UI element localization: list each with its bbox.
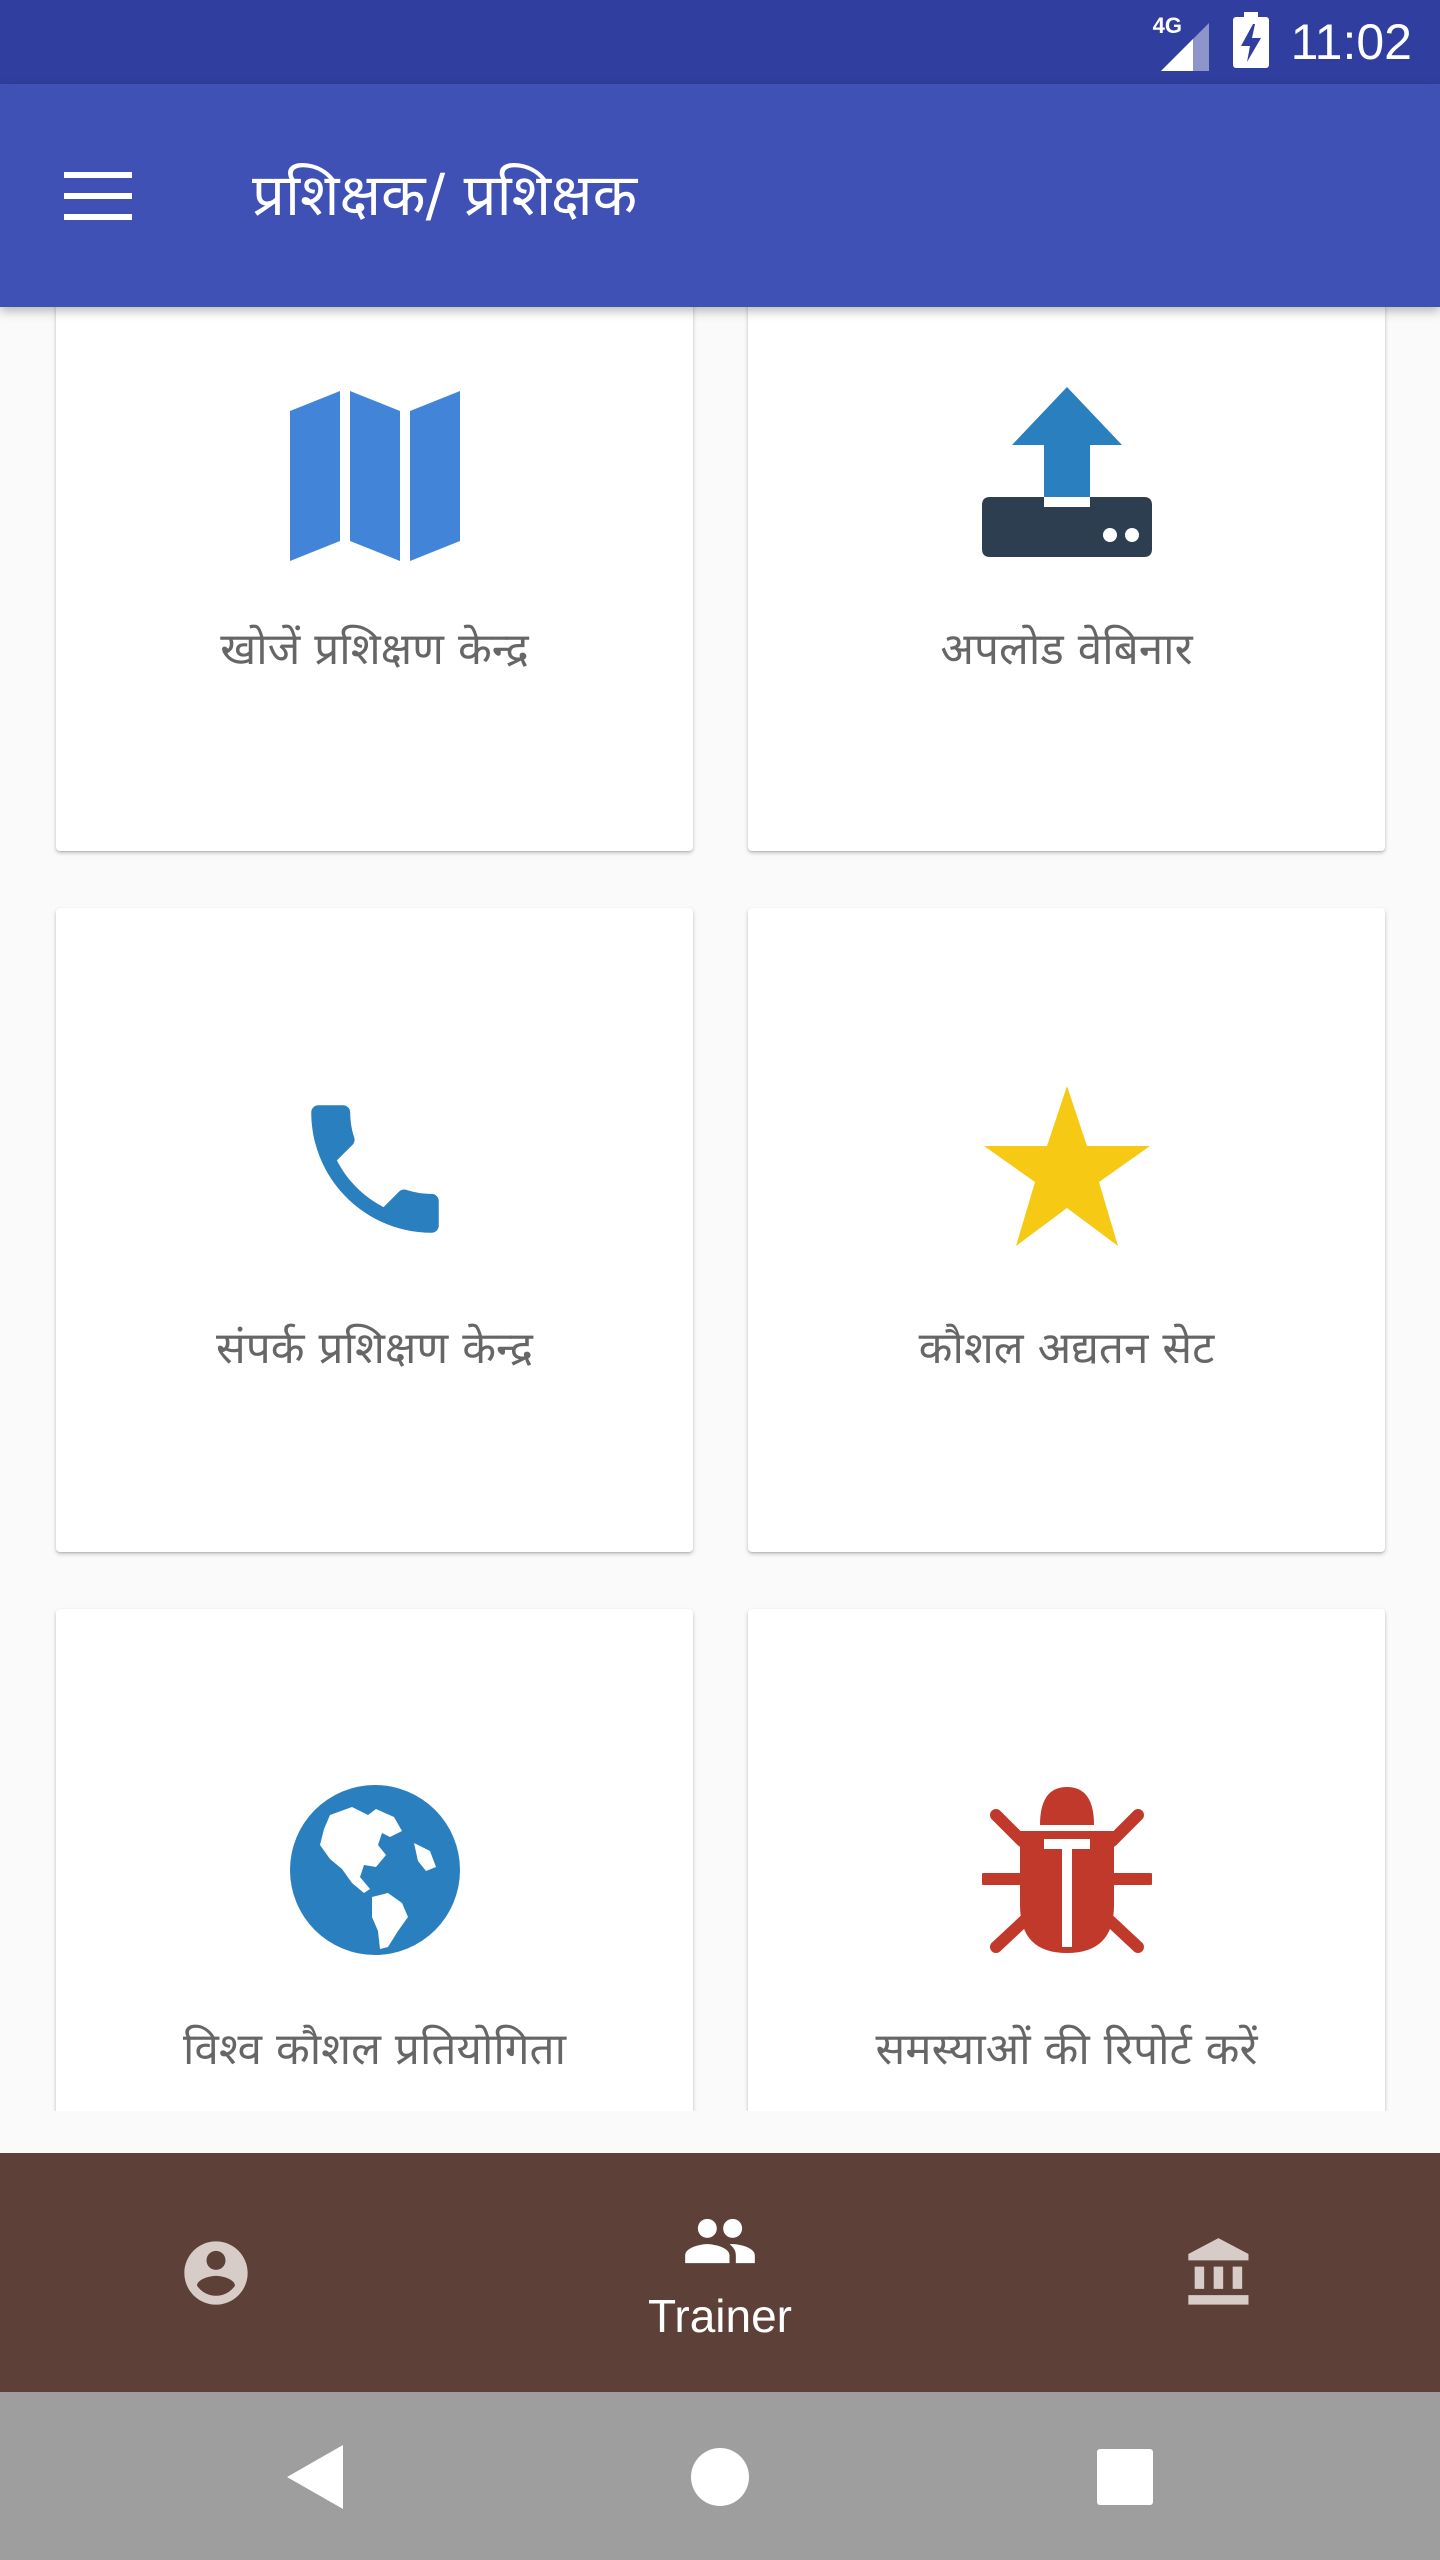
bottom-navigation: Trainer [0,2153,1440,2392]
cell-signal-icon: 4G [1153,13,1211,71]
card-label: विश्व कौशल प्रतियोगिता [182,2024,566,2075]
home-circle-icon [691,2448,749,2506]
card-label: समस्याओं की रिपोर्ट करें [875,2024,1258,2075]
star-icon [748,1084,1385,1254]
card-upload-webinar[interactable]: अपलोड वेबिनार [748,307,1385,851]
institution-icon [1188,2237,1249,2305]
card-find-training-center[interactable]: खोजें प्रशिक्षण केन्द्र [56,307,693,851]
back-button[interactable] [270,2432,360,2522]
home-button[interactable] [675,2432,765,2522]
screen: 4G 11:02 प्रशिक्षक/ प्रशिक्षक खोजें प्रश… [0,0,1440,2560]
system-navigation-bar [0,2392,1440,2560]
clock: 11:02 [1290,14,1412,70]
recents-button[interactable] [1080,2432,1170,2522]
card-label: अपलोड वेबिनार [940,624,1193,675]
card-label: खोजें प्रशिक्षण केन्द्र [220,624,529,675]
battery-charging-icon [1232,12,1269,72]
bug-icon [748,1785,1385,1955]
feature-grid: खोजें प्रशिक्षण केन्द्र अपलोड वेबिनार सं… [0,307,1440,2111]
upload-icon [748,387,1385,557]
phone-icon [56,1084,693,1254]
card-label: संपर्क प्रशिक्षण केन्द्र [216,1323,533,1374]
globe-icon [56,1785,693,1955]
recents-square-icon [1097,2449,1153,2505]
card-contact-training-center[interactable]: संपर्क प्रशिक्षण केन्द्र [56,908,693,1552]
back-triangle-icon [287,2445,343,2509]
app-bar: प्रशिक्षक/ प्रशिक्षक [0,84,1440,307]
status-bar: 4G 11:02 [0,0,1440,84]
nav-profile[interactable] [146,2153,286,2392]
nav-institution[interactable] [1150,2153,1290,2392]
card-label: कौशल अद्यतन सेट [918,1323,1215,1374]
nav-label: Trainer [648,2289,792,2342]
network-type: 4G [1152,13,1182,38]
account-icon [184,2240,248,2305]
card-skill-update-set[interactable]: कौशल अद्यतन सेट [748,908,1385,1552]
card-report-problems[interactable]: समस्याओं की रिपोर्ट करें [748,1609,1385,2111]
people-icon [685,2218,755,2263]
hamburger-icon [64,172,132,220]
card-world-skills-competition[interactable]: विश्व कौशल प्रतियोगिता [56,1609,693,2111]
menu-button[interactable] [56,160,140,232]
map-icon [56,391,693,561]
nav-trainer[interactable]: Trainer [570,2153,870,2392]
page-title: प्रशिक्षक/ प्रशिक्षक [252,161,638,229]
